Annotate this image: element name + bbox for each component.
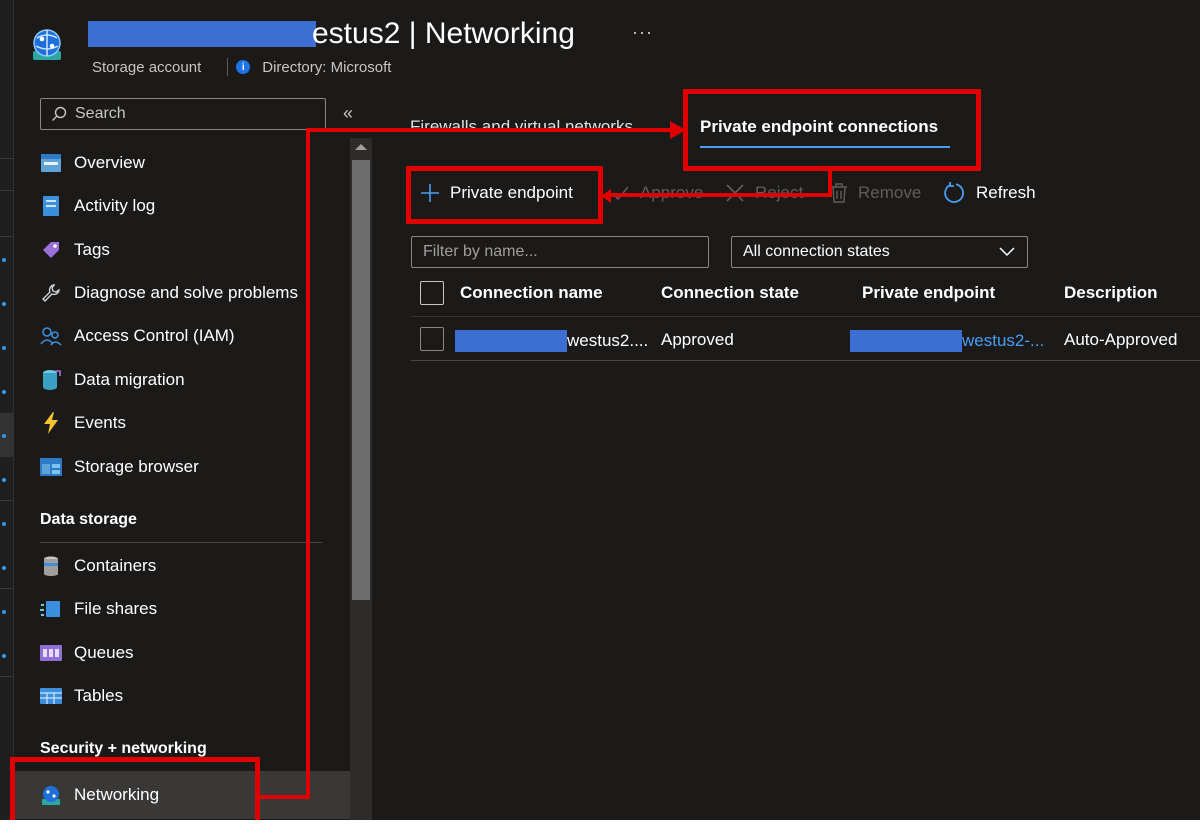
sidebar-item-tables[interactable]: Tables (40, 681, 123, 711)
sidebar-item-label: File shares (74, 599, 158, 618)
cell-private-endpoint-link[interactable]: westus2-... (850, 330, 1044, 352)
sidebar-item-iam[interactable]: Access Control (IAM) (40, 321, 235, 351)
page-title: estus2 | Networking (88, 14, 575, 54)
window-bottom-edge (0, 820, 1200, 839)
chevron-down-icon (999, 247, 1015, 257)
page-title-text: estus2 | Networking (312, 17, 575, 50)
annotation-connector (258, 795, 310, 799)
filter-by-name-input[interactable]: Filter by name... (411, 236, 709, 268)
sidebar-item-queues[interactable]: Queues (40, 638, 134, 668)
row-divider (411, 360, 1200, 361)
refresh-label: Refresh (976, 183, 1036, 202)
sidebar-item-tags[interactable]: Tags (40, 235, 110, 265)
collapse-sidebar-button[interactable]: « (343, 103, 353, 124)
sidebar-item-containers[interactable]: Containers (40, 551, 156, 581)
redacted-connection-name (455, 330, 567, 352)
annotation-connector (828, 168, 832, 196)
private-endpoint-text: westus2-... (962, 331, 1045, 350)
lightning-icon (40, 412, 62, 434)
redacted-endpoint-name (850, 330, 962, 352)
filter-placeholder: Filter by name... (423, 243, 538, 260)
annotation-connector (306, 128, 310, 799)
connection-name-text: westus2.... (567, 331, 649, 350)
row-checkbox[interactable] (420, 327, 444, 351)
data-migration-icon (40, 369, 62, 391)
trash-icon (830, 183, 848, 203)
column-header-private-endpoint[interactable]: Private endpoint (862, 283, 995, 303)
sidebar-item-label: Tags (74, 240, 110, 259)
redacted-resource-name (88, 21, 316, 47)
container-icon (40, 555, 62, 577)
select-all-checkbox[interactable] (420, 281, 444, 305)
header-divider (411, 316, 1200, 317)
subtitle-divider (227, 58, 229, 76)
resource-type-label: Storage account (92, 58, 202, 76)
page-subtitle: Storage account i Directory: Microsoft (92, 58, 391, 76)
group-heading-data-storage: Data storage (40, 511, 137, 528)
sidebar-item-file-shares[interactable]: File shares (40, 594, 157, 624)
cell-description: Auto-Approved (1064, 330, 1178, 349)
sidebar-item-diagnose[interactable]: Diagnose and solve problems (40, 278, 298, 308)
sidebar-item-label: Diagnose and solve problems (74, 283, 298, 302)
queue-icon (40, 642, 62, 664)
dropdown-selected-value: All connection states (743, 243, 890, 260)
file-share-icon (40, 598, 62, 620)
remove-label: Remove (858, 183, 922, 202)
scrollbar-thumb[interactable] (352, 160, 370, 600)
refresh-button[interactable]: Refresh (942, 180, 1036, 206)
people-icon (40, 325, 62, 347)
column-header-connection-state[interactable]: Connection state (661, 283, 799, 303)
sidebar-item-label: Queues (74, 643, 134, 662)
sidebar-item-label: Storage browser (74, 457, 199, 476)
group-divider (40, 542, 322, 543)
sidebar-item-label: Data migration (74, 370, 185, 389)
sidebar-item-events[interactable]: Events (40, 408, 126, 438)
sidebar-item-label: Overview (74, 153, 145, 172)
sidebar-item-data-migration[interactable]: Data migration (40, 365, 185, 395)
storage-browser-icon (40, 456, 62, 478)
wrench-icon (40, 282, 62, 304)
directory-label: Directory: Microsoft (262, 58, 392, 76)
annotation-arrowhead (601, 189, 611, 203)
column-header-connection-name[interactable]: Connection name (460, 283, 603, 303)
remove-button[interactable]: Remove (830, 180, 921, 206)
group-heading-security-networking: Security + networking (40, 740, 207, 757)
sidebar-item-activity-log[interactable]: Activity log (40, 191, 155, 221)
connection-state-dropdown[interactable]: All connection states (731, 236, 1028, 268)
tab-firewalls-virtual-networks[interactable]: Firewalls and virtual networks (410, 117, 633, 137)
search-placeholder: Search (75, 105, 126, 122)
sidebar-item-label: Tables (74, 686, 124, 705)
sidebar-item-overview[interactable]: Overview (40, 148, 145, 178)
annotation-connector (608, 193, 832, 197)
sidebar-item-label: Containers (74, 556, 157, 575)
column-header-description[interactable]: Description (1064, 283, 1158, 303)
annotation-box-tab (683, 89, 981, 171)
cell-connection-state: Approved (661, 330, 734, 349)
sidebar-item-storage-browser[interactable]: Storage browser (40, 452, 199, 482)
annotation-arrowhead (670, 121, 686, 139)
cell-connection-name: westus2.... (455, 330, 648, 352)
activity-log-icon (40, 195, 62, 217)
sidebar-item-label: Events (74, 413, 126, 432)
sidebar-item-label: Activity log (74, 196, 156, 215)
annotation-connector (306, 128, 678, 132)
info-icon: i (236, 60, 251, 74)
tag-icon (40, 239, 62, 261)
overview-icon (40, 152, 62, 174)
more-options-button[interactable]: ··· (632, 22, 653, 43)
sidebar-item-label: Access Control (IAM) (74, 326, 235, 345)
scroll-up-arrow-icon[interactable] (355, 144, 367, 150)
refresh-icon (942, 181, 966, 205)
storage-account-networking-icon (33, 29, 61, 60)
table-icon (40, 685, 62, 707)
annotation-box-private-endpoint (406, 166, 603, 224)
background-page-edge (0, 0, 14, 839)
search-icon (52, 106, 67, 121)
sidebar-search-input[interactable]: Search (40, 98, 326, 130)
